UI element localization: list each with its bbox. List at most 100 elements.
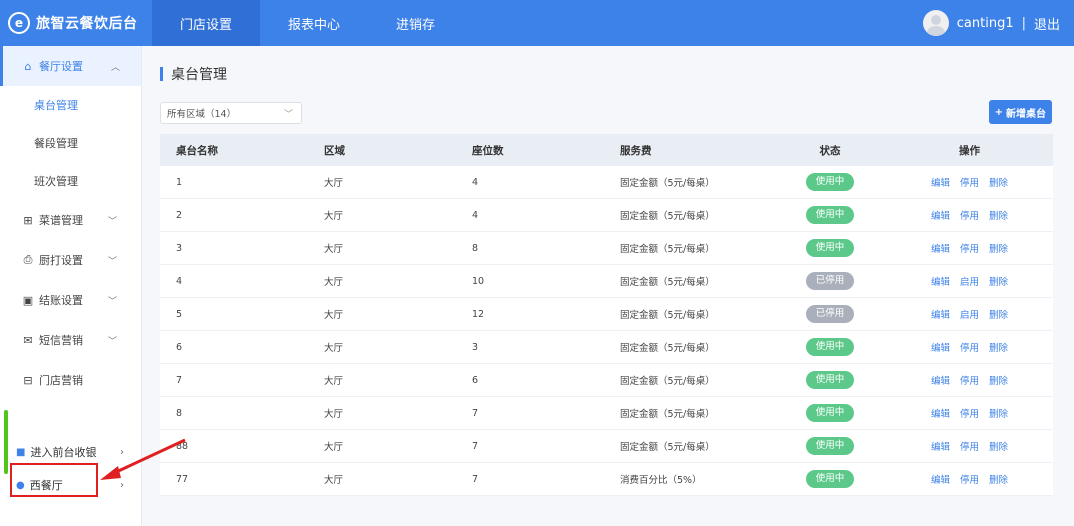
- gift-icon: ⊟: [23, 373, 33, 387]
- cell-status: 使用中: [774, 470, 886, 488]
- cell-area: 大厅: [324, 310, 344, 321]
- user-avatar-icon[interactable]: [922, 10, 949, 36]
- cell-area: 大厅: [324, 178, 344, 189]
- chevron-down-icon: ﹀: [108, 296, 118, 307]
- status-badge: 已停用: [806, 272, 854, 290]
- cashier-icon: ■: [16, 446, 26, 458]
- disable-link[interactable]: 停用: [960, 406, 979, 420]
- cell-table-name: 3: [176, 242, 183, 254]
- status-strip: [4, 410, 8, 474]
- cell-actions: 编辑 停用 删除: [886, 340, 1053, 354]
- disable-link[interactable]: 停用: [960, 175, 979, 189]
- add-table-button[interactable]: + 新增桌台: [988, 100, 1052, 124]
- disable-link[interactable]: 停用: [960, 208, 979, 222]
- delete-link[interactable]: 删除: [989, 307, 1008, 321]
- delete-link[interactable]: 删除: [989, 274, 1008, 288]
- delete-link[interactable]: 删除: [989, 373, 1008, 387]
- table-row: 77 大厅 7 消费百分比（5%） 使用中 编辑 停用 删除: [160, 463, 1053, 496]
- cell-status: 使用中: [774, 437, 886, 455]
- chevron-right-icon: ›: [120, 446, 124, 458]
- sidebar-group-restaurant-settings[interactable]: ⌂ 餐厅设置 ︿: [0, 46, 141, 86]
- delete-link[interactable]: 删除: [989, 439, 1008, 453]
- sidebar-item-table-management[interactable]: 桌台管理: [0, 86, 141, 124]
- edit-link[interactable]: 编辑: [931, 274, 950, 288]
- cell-area: 大厅: [324, 211, 344, 222]
- edit-link[interactable]: 编辑: [931, 241, 950, 255]
- cell-seats: 3: [472, 341, 479, 353]
- status-badge: 使用中: [806, 206, 854, 224]
- edit-link[interactable]: 编辑: [931, 472, 950, 486]
- enable-link[interactable]: 启用: [960, 274, 979, 288]
- col-header-name: 桌台名称: [176, 144, 218, 157]
- user-separator: |: [1021, 15, 1026, 31]
- disable-link[interactable]: 停用: [960, 340, 979, 354]
- table-body: 1 大厅 4 固定金额（5元/每桌） 使用中 编辑 停用 删除 2 大厅 4 固定金额（5元/每桌）使…: [160, 166, 1053, 496]
- plus-icon: +: [994, 106, 1003, 118]
- status-badge: 使用中: [806, 404, 854, 422]
- disable-link[interactable]: 停用: [960, 373, 979, 387]
- col-header-actions: 操作: [959, 144, 980, 157]
- edit-link[interactable]: 编辑: [931, 373, 950, 387]
- edit-link[interactable]: 编辑: [931, 439, 950, 453]
- mail-icon: ✉: [23, 333, 33, 347]
- edit-link[interactable]: 编辑: [931, 340, 950, 354]
- nav-inventory[interactable]: 进销存: [368, 0, 463, 46]
- table-list: 桌台名称 区域 座位数 服务费 状态 操作 1 大厅 4 固定金额（5元/每桌） 使用中…: [160, 134, 1053, 496]
- cell-table-name: 2: [176, 209, 183, 221]
- disable-link[interactable]: 停用: [960, 472, 979, 486]
- disable-link[interactable]: 停用: [960, 439, 979, 453]
- edit-link[interactable]: 编辑: [931, 208, 950, 222]
- cell-service-fee: 固定金额（5元/每桌）: [620, 343, 715, 354]
- cell-status: 使用中: [774, 206, 886, 224]
- delete-link[interactable]: 删除: [989, 406, 1008, 420]
- nav-store-settings[interactable]: 门店设置: [152, 0, 261, 46]
- cell-service-fee: 固定金额（5元/每桌）: [620, 277, 715, 288]
- table-header: 桌台名称 区域 座位数 服务费 状态 操作: [160, 134, 1053, 166]
- sidebar-group-label: 门店营销: [39, 374, 83, 387]
- table-row: 1 大厅 4 固定金额（5元/每桌） 使用中 编辑 停用 删除: [160, 166, 1053, 199]
- status-badge: 使用中: [806, 371, 854, 389]
- sidebar-item-meal-period[interactable]: 餐段管理: [0, 124, 141, 162]
- logout-link[interactable]: 退出: [1034, 14, 1060, 33]
- cell-status: 使用中: [774, 173, 886, 191]
- enable-link[interactable]: 启用: [960, 307, 979, 321]
- receipt-icon: ▣: [22, 293, 34, 307]
- sidebar-group-checkout[interactable]: ▣ 结账设置 ﹀: [0, 280, 141, 320]
- edit-link[interactable]: 编辑: [931, 175, 950, 189]
- table-row: 4 大厅 10 固定金额（5元/每桌） 已停用 编辑 启用 删除: [160, 265, 1053, 298]
- delete-link[interactable]: 删除: [989, 472, 1008, 486]
- delete-link[interactable]: 删除: [989, 208, 1008, 222]
- cell-actions: 编辑 停用 删除: [886, 406, 1053, 420]
- disable-link[interactable]: 停用: [960, 241, 979, 255]
- cell-status: 已停用: [774, 305, 886, 323]
- delete-link[interactable]: 删除: [989, 340, 1008, 354]
- cell-table-name: 77: [176, 473, 189, 485]
- edit-link[interactable]: 编辑: [931, 307, 950, 321]
- nav-report-center[interactable]: 报表中心: [260, 0, 368, 46]
- sidebar-group-menu[interactable]: ⊞ 菜谱管理 ﹀: [0, 200, 141, 240]
- delete-link[interactable]: 删除: [989, 241, 1008, 255]
- cell-table-name: 8: [176, 407, 183, 419]
- chevron-down-icon: ﹀: [283, 109, 293, 120]
- cell-status: 使用中: [774, 239, 886, 257]
- chevron-down-icon: ﹀: [108, 216, 118, 227]
- table-row: 2 大厅 4 固定金额（5元/每桌） 使用中 编辑 停用 删除: [160, 199, 1053, 232]
- brand[interactable]: e 旅智云餐饮后台: [0, 0, 152, 46]
- sidebar-group-sms-marketing[interactable]: ✉ 短信营销 ﹀: [0, 320, 141, 360]
- edit-link[interactable]: 编辑: [931, 406, 950, 420]
- sidebar-item-shift[interactable]: 班次管理: [0, 162, 141, 200]
- status-badge: 使用中: [806, 239, 854, 257]
- cell-area: 大厅: [324, 475, 344, 486]
- cell-table-name: 6: [176, 341, 183, 353]
- sidebar-group-store-marketing[interactable]: ⊟ 门店营销: [0, 360, 141, 400]
- user-area: canting1 | 退出: [922, 0, 1060, 46]
- table-row: 8 大厅 7 固定金额（5元/每桌） 使用中 编辑 停用 删除: [160, 397, 1053, 430]
- cell-actions: 编辑 停用 删除: [886, 439, 1053, 453]
- cell-status: 使用中: [774, 371, 886, 389]
- cell-service-fee: 固定金额（5元/每桌）: [620, 211, 715, 222]
- area-filter-select[interactable]: 所有区域（14） ﹀: [160, 102, 302, 124]
- printer-icon: ⎙: [23, 253, 33, 266]
- sidebar-group-kitchen-print[interactable]: ⎙ 厨打设置 ﹀: [0, 240, 141, 280]
- delete-link[interactable]: 删除: [989, 175, 1008, 189]
- front-cashier-label: 进入前台收银: [30, 446, 97, 459]
